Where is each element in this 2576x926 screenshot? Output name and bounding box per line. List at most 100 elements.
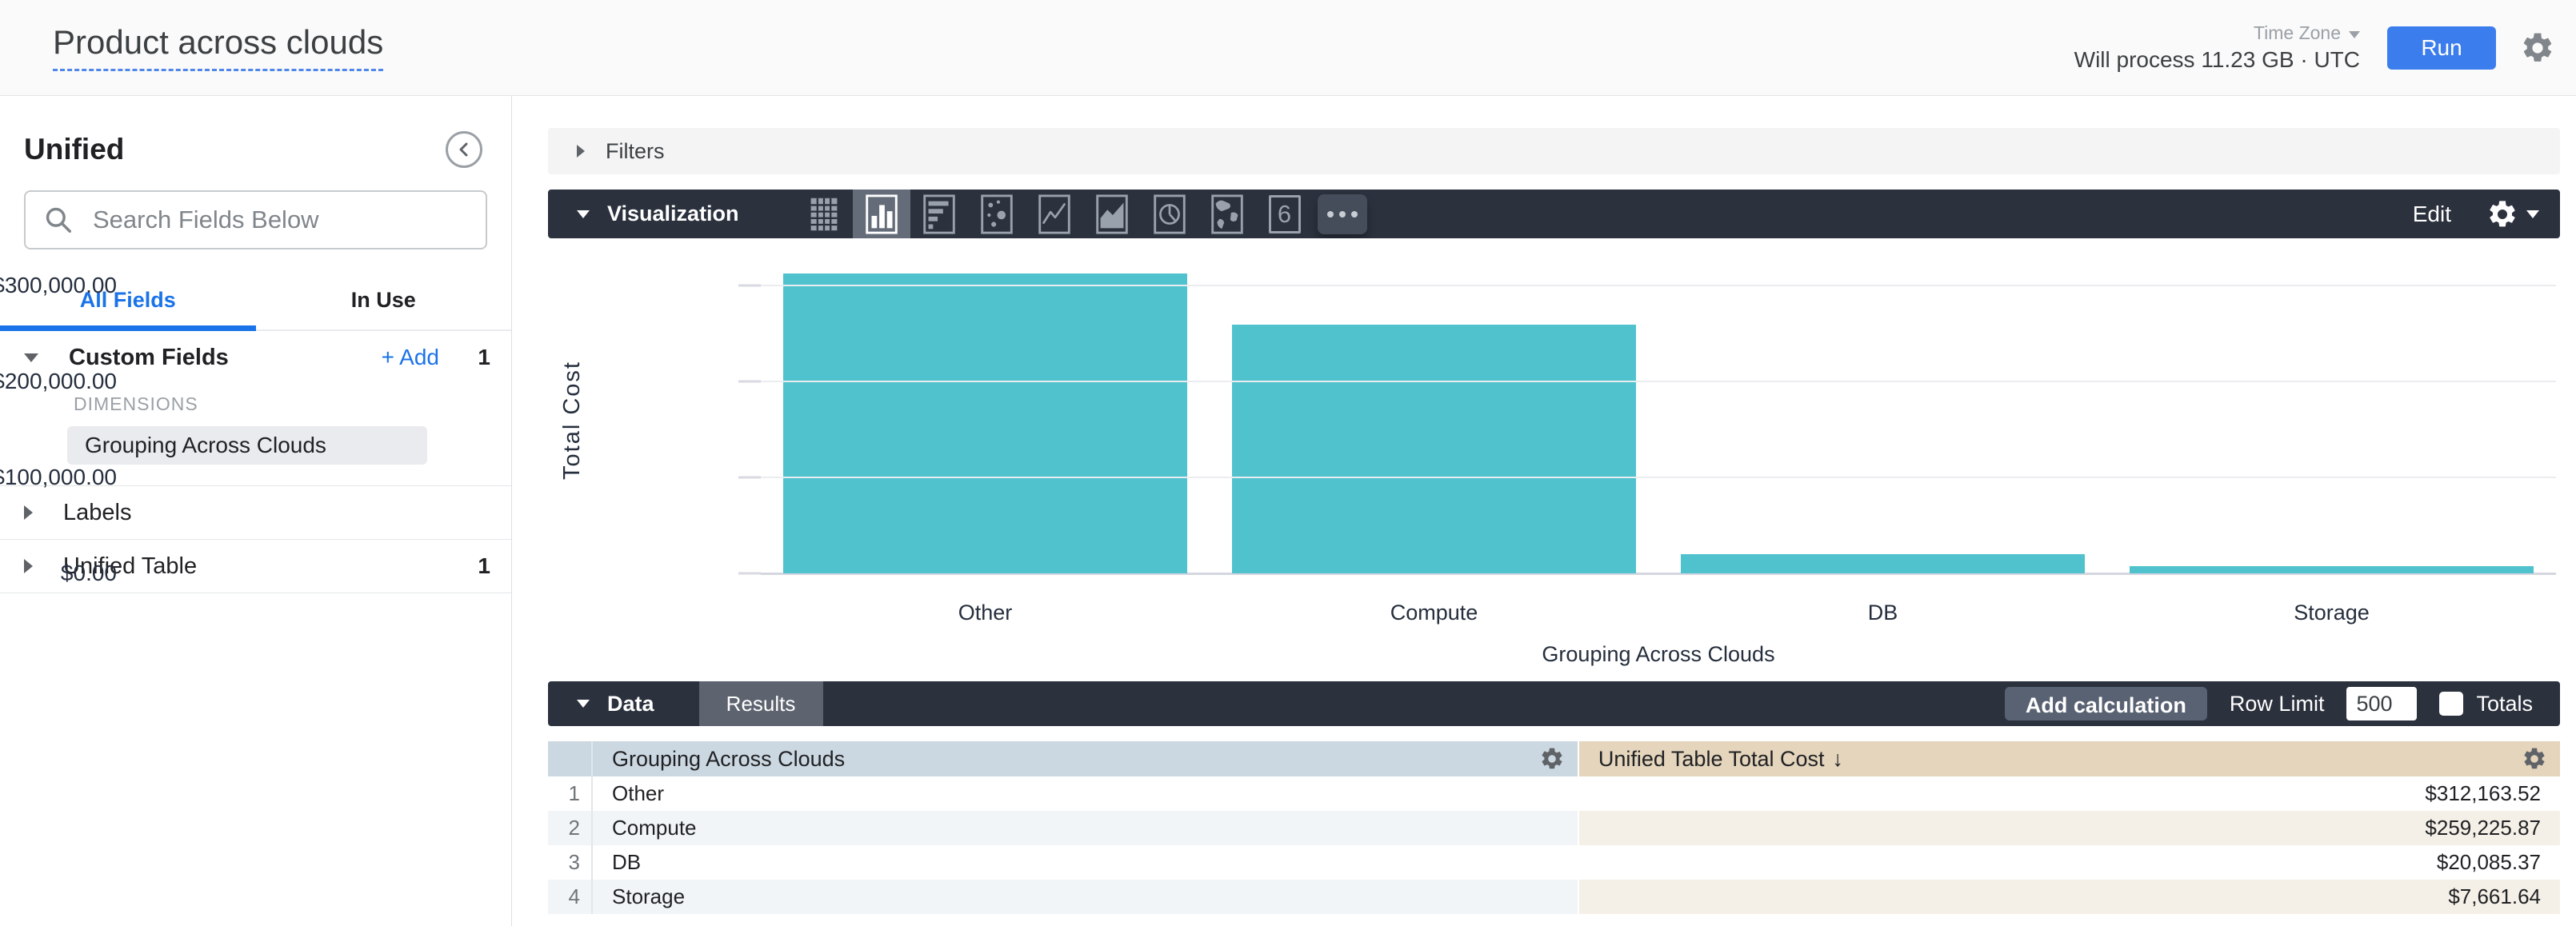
row-number: 3 [548,845,593,880]
x-category-label: Other [761,601,1210,625]
sidebar-header: Unified [0,96,511,168]
field-grouping-across-clouds[interactable]: Grouping Across Clouds [67,426,427,465]
column-settings-gear-icon[interactable] [2522,746,2547,772]
measure-cell[interactable]: $20,085.37 [1579,845,2560,880]
viz-type-single-value[interactable]: 6 [1256,190,1314,238]
row-limit-input[interactable] [2346,687,2417,720]
single-value-icon: 6 [1269,195,1301,233]
field-picker-sidebar: Unified All Fields In Use Custom Fields [0,96,512,926]
section-labels-header[interactable]: Labels [0,486,511,539]
run-button[interactable]: Run [2387,26,2496,70]
caret-down-icon [577,210,590,218]
collapse-sidebar-button[interactable] [446,131,482,168]
bar-storage[interactable] [2130,566,2534,573]
gridline [761,477,2556,478]
column-chart-icon [863,194,900,235]
measure-cell[interactable]: $7,661.64 [1579,880,2560,914]
section-custom-fields: Custom Fields + Add 1 DIMENSIONS Groupin… [0,331,511,486]
section-unified-table-header[interactable]: Unified Table 1 [0,540,511,593]
scatter-plot-icon [978,194,1015,235]
bar-other[interactable] [783,273,1187,573]
viz-type-column[interactable] [853,190,910,238]
map-icon [1209,194,1246,235]
edit-viz-button[interactable]: Edit [2413,202,2451,227]
data-bar-toggle[interactable]: Data [548,681,654,726]
process-size-text: Will process 11.23 GB · [2074,47,2308,72]
timezone-selector[interactable]: Time Zone [2254,22,2360,44]
top-bar: Product across clouds Time Zone Will pro… [0,0,2576,96]
totals-checkbox[interactable] [2439,692,2463,716]
viz-type-table[interactable] [795,190,853,238]
caret-right-icon [24,559,33,573]
explore-settings-gear-icon[interactable] [2520,30,2555,66]
main-content: Filters Visualization [513,96,2576,926]
caret-down-icon[interactable] [2526,210,2539,218]
process-info: Will process 11.23 GB · UTC [2074,47,2360,73]
viz-type-area[interactable] [1083,190,1141,238]
bar-chart-icon [921,194,958,235]
row-number: 4 [548,880,593,914]
measure-cell[interactable]: $312,163.52 [1579,776,2560,811]
measure-cell[interactable]: $259,225.87 [1579,811,2560,845]
dimension-cell[interactable]: Other [593,776,1578,811]
bar-chart: Total Cost $0.00$100,000.00$200,000.00$3… [548,238,2560,681]
plot-area [761,266,2556,573]
dimension-cell[interactable]: Compute [593,811,1578,845]
viz-type-bar[interactable] [910,190,968,238]
timezone-selector-label: Time Zone [2254,22,2341,44]
totals-label: Totals [2476,692,2533,716]
section-custom-fields-header[interactable]: Custom Fields + Add 1 [0,331,511,384]
viz-type-more[interactable] [1314,190,1371,238]
field-search-box [24,190,487,249]
section-unified-table: Unified Table 1 [0,540,511,593]
column-header-grouping-across-clouds[interactable]: Grouping Across Clouds [593,741,1578,776]
visualization-bar: Visualization [548,190,2560,238]
viz-type-line[interactable] [1026,190,1083,238]
column-header-total-cost[interactable]: Unified Table Total Cost ↓ [1579,741,2560,776]
filters-label: Filters [606,139,665,164]
section-label: Labels [63,500,131,526]
row-number: 2 [548,811,593,845]
y-tick-mark [738,477,761,479]
area-chart-icon [1094,194,1130,235]
dimension-cell[interactable]: DB [593,845,1578,880]
search-icon [43,205,74,235]
caret-right-icon [24,505,33,520]
row-number-header [548,741,593,776]
chevron-down-icon [2349,31,2360,38]
table-header-row: Grouping Across Clouds Unified Table Tot… [548,741,2560,776]
add-calculation-button[interactable]: Add calculation [2005,687,2207,720]
view-title: Unified [24,133,124,166]
column-settings-gear-icon[interactable] [1539,746,1565,772]
data-label: Data [607,692,654,716]
x-category-label: DB [1658,601,2107,625]
section-count-badge: 1 [471,553,490,579]
sidebar-tabs: All Fields In Use [0,277,511,331]
viz-type-scatter[interactable] [968,190,1026,238]
x-category-label: Compute [1210,601,1658,625]
viz-type-pie[interactable] [1141,190,1198,238]
bar-slot [1658,266,2107,573]
gridline [761,285,2556,286]
totals-control: Totals [2439,692,2533,716]
table-row: 1Other$312,163.52 [548,776,2560,811]
tab-in-use[interactable]: In Use [256,277,512,331]
filters-bar[interactable]: Filters [548,128,2560,174]
dimension-cell[interactable]: Storage [593,880,1578,914]
page-title[interactable]: Product across clouds [53,24,383,71]
query-info: Time Zone Will process 11.23 GB · UTC [2074,22,2360,73]
timezone-value: UTC [2314,47,2360,72]
tab-all-fields[interactable]: All Fields [0,277,256,331]
table-body: 1Other$312,163.522Compute$259,225.873DB$… [548,776,2560,914]
search-input[interactable] [93,206,468,234]
table-row: 3DB$20,085.37 [548,845,2560,880]
bar-compute[interactable] [1232,325,1636,573]
viz-type-map[interactable] [1198,190,1256,238]
add-custom-field-button[interactable]: + Add [382,345,439,370]
viz-settings-gear-icon[interactable] [2486,198,2518,230]
visualization-bar-toggle[interactable]: Visualization [548,190,739,238]
tab-results[interactable]: Results [699,681,823,726]
row-number: 1 [548,776,593,811]
bar-db[interactable] [1681,554,2085,573]
caret-down-icon [24,353,38,362]
